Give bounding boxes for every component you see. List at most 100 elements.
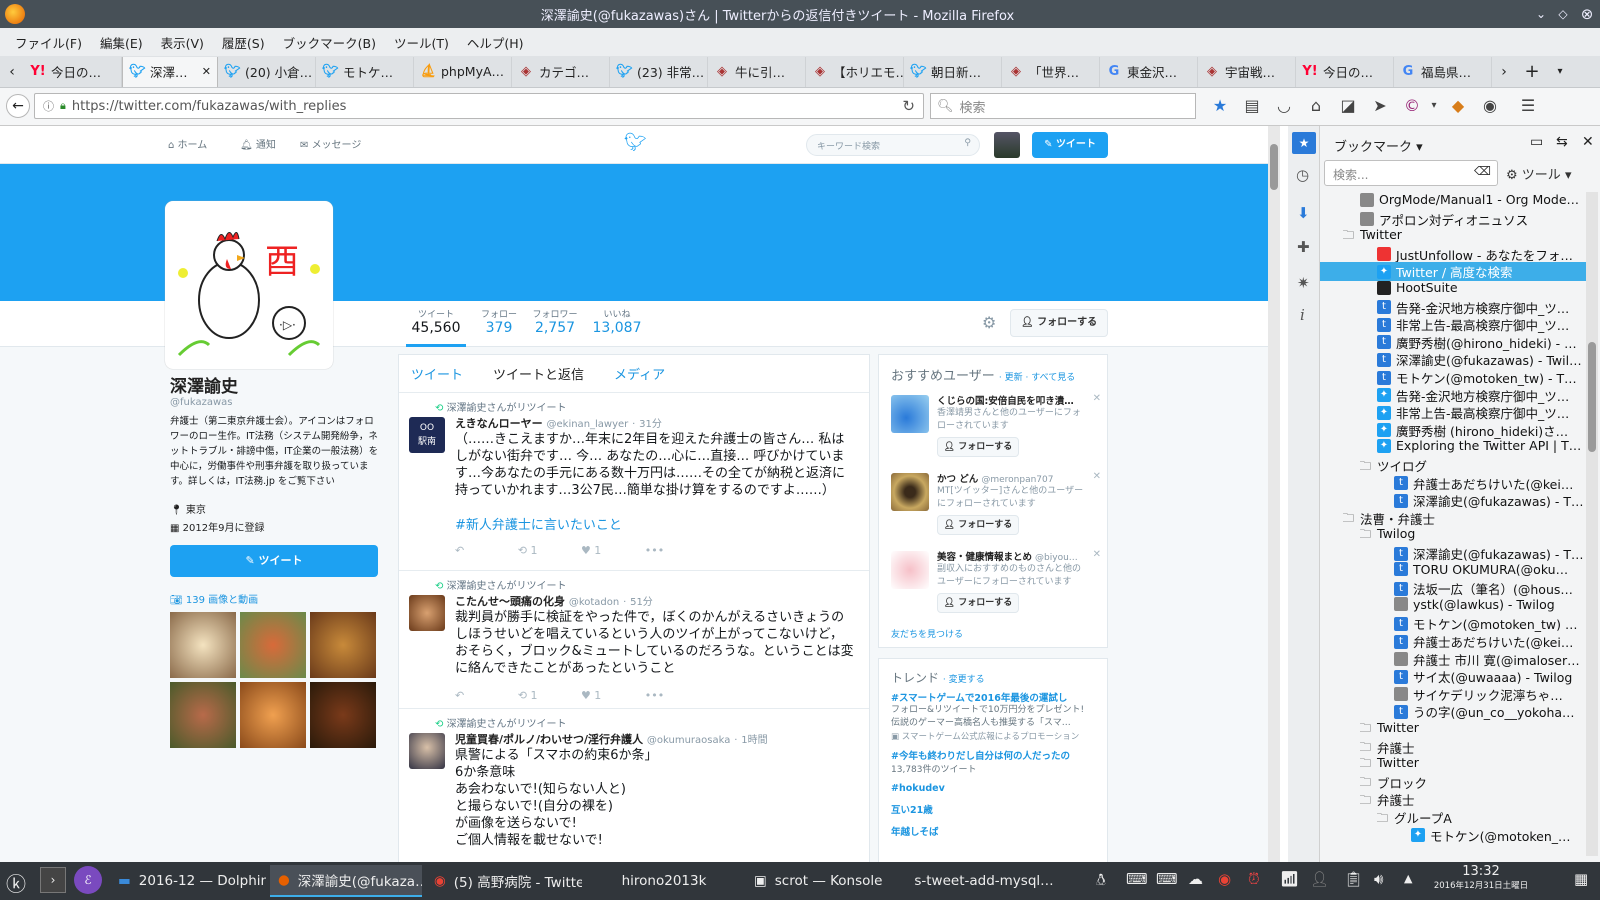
bookmark-item[interactable]: t うの字(@un_co__yokoha… — [1394, 702, 1586, 721]
suggest-refresh[interactable]: 更新 — [1005, 373, 1023, 383]
media-thumb[interactable] — [170, 682, 236, 748]
settings-icon[interactable]: ✷ — [1297, 274, 1310, 292]
input-method-icon[interactable]: ⌨ — [1126, 870, 1148, 888]
clipboard-icon[interactable]: 📋︎ — [1344, 870, 1363, 888]
bookmark-folder[interactable]: ▾🗀︎Twitter — [1343, 227, 1586, 242]
menu-bookmarks[interactable]: ブックマーク(B) — [283, 33, 376, 52]
tab-5[interactable]: ◈ カテゴ… — [512, 56, 610, 87]
addons-icon[interactable]: ✚ — [1297, 238, 1310, 256]
tab-list-icon[interactable]: ▾ — [1548, 66, 1572, 77]
retweet-action[interactable]: ⟲ 1 — [518, 544, 538, 557]
tab-media[interactable]: メディア — [614, 364, 665, 383]
tab-scroll-left-icon[interactable]: ‹ — [0, 64, 24, 80]
bookmark-folder[interactable]: ▸🗀︎弁護士 — [1360, 790, 1586, 809]
new-tab-icon[interactable]: + — [1516, 61, 1548, 82]
chrome-tray-icon[interactable]: ◉ — [1218, 870, 1231, 888]
menu-file[interactable]: ファイル(F) — [15, 33, 82, 52]
keyboard-icon[interactable]: ⌨ — [1156, 870, 1178, 888]
trend-item[interactable]: #スマートゲームで2016年最後の運試し フォロー&リツイートで10万円分をプレ… — [891, 690, 1095, 742]
tweet-handle[interactable]: @ekinan_lawyer — [547, 419, 629, 430]
tweet-author[interactable]: 児童買春/ポルノ/わいせつ/淫行弁護人 — [455, 733, 643, 746]
nav-messages[interactable]: ✉ メッセージ — [300, 136, 361, 151]
bookmark-item[interactable]: t 弁護士あだちけいた(@kei… — [1394, 632, 1586, 651]
terminal-launcher-icon[interactable]: › — [40, 867, 66, 893]
history-icon[interactable]: ◷ — [1296, 166, 1309, 184]
trend-item[interactable]: #今年も終わりだし自分は何の人だったの 13,783件のツイート — [891, 748, 1095, 775]
task-window[interactable]: s-tweet-add-mysql… — [906, 865, 1062, 897]
task-dolphin[interactable]: ▬ 2016-12 — Dolphin — [110, 865, 266, 897]
tab-1[interactable]: 🐦︎ 深澤… ✕ — [122, 56, 218, 87]
tweet-avatar[interactable] — [409, 595, 445, 631]
menu-view[interactable]: 表示(V) — [161, 33, 204, 52]
tab-12[interactable]: ◈ 宇宙戦… — [1198, 56, 1296, 87]
minimize-icon[interactable]: ⌄ — [1530, 7, 1552, 21]
sidebar-close-icon[interactable]: ✕ — [1582, 134, 1594, 150]
bookmark-item[interactable]: OrgMode/Manual1 - Org Mode… — [1360, 192, 1586, 207]
bookmark-folder[interactable]: ▾🗀︎Twilog — [1360, 526, 1586, 541]
bookmark-item[interactable]: t サイ太(@uwaaaa) - Twilog — [1394, 667, 1586, 686]
bookmark-item[interactable]: t 深澤諭史(@fukazawas) - T… — [1394, 491, 1586, 510]
trend-item[interactable]: 互い21歳 — [891, 802, 1095, 816]
tab-tweets[interactable]: ツイート — [411, 364, 463, 383]
sidebar-swap-icon[interactable]: ⇆ — [1556, 134, 1568, 150]
bookmark-item[interactable]: ✦ 非常上告-最高検察庁御中_ツ… — [1377, 403, 1586, 422]
info-icon[interactable]: ⓘ — [43, 98, 54, 114]
user-avatar[interactable] — [891, 395, 929, 433]
close-icon[interactable]: ⊗ — [1574, 5, 1600, 23]
bookmark-folder[interactable]: ▸🗀︎ツイログ — [1360, 456, 1586, 475]
task-window[interactable]: hirono2013k — [586, 865, 742, 897]
task-chrome[interactable]: ◉(5) 高野病院 - Twitte… — [426, 865, 582, 897]
menu-tools[interactable]: ツール(T) — [394, 33, 449, 52]
stat-following[interactable]: フォロー 379 — [474, 307, 524, 336]
tab-6[interactable]: 🐦︎ (23) 非常… — [610, 56, 708, 87]
extension-icon[interactable]: © — [1402, 96, 1422, 116]
more-icon[interactable]: ••• — [645, 689, 664, 702]
dismiss-icon[interactable]: ✕ — [1093, 549, 1101, 560]
bookmark-item[interactable]: t 廣野秀樹(@hirono_hideki) - … — [1377, 333, 1586, 352]
follow-button[interactable]: 👤︎ フォローする — [937, 515, 1019, 535]
stat-likes[interactable]: いいね 13,087 — [590, 307, 644, 336]
tab-0[interactable]: Y! 今日の… — [24, 56, 122, 87]
user-icon[interactable]: 👤︎ — [1310, 870, 1329, 888]
emacs-launcher-icon[interactable]: ℰ — [74, 866, 102, 894]
tab-10[interactable]: ◈ 「世界… — [1002, 56, 1100, 87]
tab-14[interactable]: G 福島県… — [1394, 56, 1492, 87]
chat-icon[interactable]: ◉ — [1480, 96, 1500, 116]
bookmark-item[interactable]: ✦ Twitter / 高度な検索 — [1320, 262, 1586, 282]
twitter-search-input[interactable]: キーワード検索 ⚲ — [806, 134, 980, 156]
bookmark-item[interactable]: t 非常上告-最高検察庁御中_ツ… — [1377, 315, 1586, 334]
tweet-avatar[interactable] — [409, 733, 445, 769]
more-icon[interactable]: ••• — [645, 544, 664, 557]
stat-tweets[interactable]: ツイート 45,560 — [406, 307, 466, 347]
back-button[interactable]: ← — [6, 94, 30, 118]
bookmark-item[interactable]: ✦ モトケン(@motoken_… — [1411, 826, 1586, 845]
bookmarks-sidebar-icon[interactable]: ★ — [1292, 132, 1316, 154]
close-tab-icon[interactable]: ✕ — [202, 65, 211, 78]
bookmark-star-icon[interactable]: ★ — [1210, 96, 1230, 116]
tab-13[interactable]: Y! 今日の… — [1296, 56, 1394, 87]
find-friends-link[interactable]: 友だちを見つける — [891, 627, 963, 640]
user-avatar[interactable] — [891, 551, 929, 589]
media-thumb[interactable] — [240, 682, 306, 748]
gear-icon[interactable]: ⚙ — [982, 313, 996, 332]
tab-8[interactable]: ◈ 【ホリエモ… — [806, 56, 904, 87]
bookmarks-title[interactable]: ブックマーク ▾ — [1334, 136, 1423, 155]
profile-handle[interactable]: @fukazawas — [170, 397, 380, 408]
bookmark-item[interactable]: t モトケン(@motoken_tw) - T… — [1377, 368, 1586, 387]
pocket-icon[interactable]: ◡ — [1274, 96, 1294, 116]
tweet[interactable]: ⟲ 深澤諭史さんがリツイート OO 駅南 えきなんローヤー @ekinan_law… — [399, 393, 869, 571]
nav-home[interactable]: ⌂ ホーム — [168, 136, 207, 151]
bookmark-folder[interactable]: ▸🗀︎弁護士 — [1360, 738, 1586, 757]
bookmark-item[interactable]: t 告発-金沢地方検察庁御中_ツ… — [1377, 298, 1586, 317]
send-icon[interactable]: ➤ — [1370, 96, 1390, 116]
search-input[interactable]: 🔍︎ 検索 — [930, 93, 1196, 119]
tweet-hashtag[interactable]: #新人弁護士に言いたいこと — [455, 517, 855, 534]
tweet[interactable]: ⟲ 深澤諭史さんがリツイート 児童買春/ポルノ/わいせつ/淫行弁護人 @okum… — [399, 709, 869, 862]
show-desktop-icon[interactable]: ▦ — [1574, 870, 1588, 888]
dropdown-icon[interactable]: ▾ — [1424, 96, 1444, 116]
tweet-time[interactable]: 31分 — [639, 419, 662, 430]
url-bar[interactable]: ⓘ 🔒︎ https://twitter.com/fukazawas/with_… — [34, 93, 924, 119]
bookmark-item[interactable]: サイケデリック泥濘ちゃ… — [1394, 685, 1586, 704]
follow-button[interactable]: 👤︎ フォローする — [937, 437, 1019, 457]
tweet[interactable]: ⟲ 深澤諭史さんがリツイート こたんせ～頭痛の化身 @kotadon · 51分… — [399, 571, 869, 709]
